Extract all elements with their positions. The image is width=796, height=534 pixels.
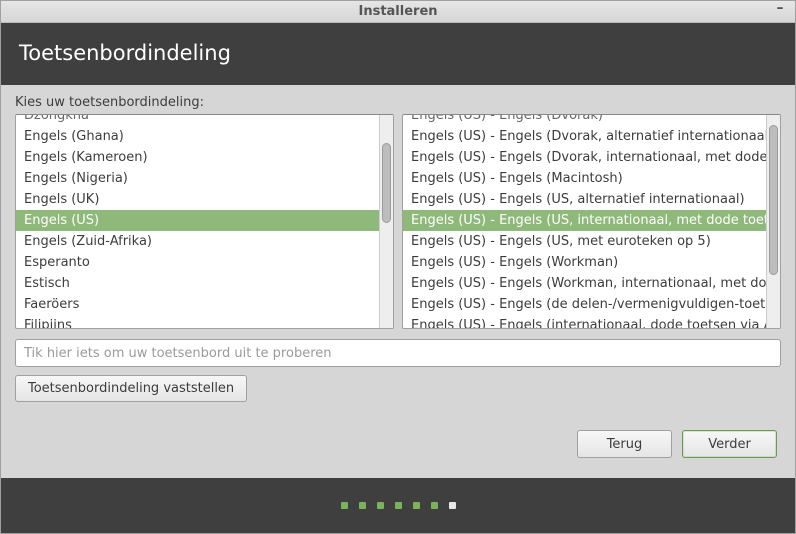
- page-title: Toetsenbordindeling: [19, 41, 231, 65]
- titlebar[interactable]: Installeren –: [1, 1, 795, 23]
- list-item[interactable]: Engels (US) - Engels (US, internationaal…: [403, 210, 766, 231]
- progress-dot: [395, 502, 402, 509]
- list-item[interactable]: Engels (US) - Engels (Workman): [403, 252, 766, 273]
- try-keyboard-input[interactable]: [15, 339, 781, 367]
- installer-window: Installeren – Toetsenbordindeling Kies u…: [0, 0, 796, 534]
- list-item[interactable]: Engels (US) - Engels (Dvorak, internatio…: [403, 147, 766, 168]
- list-item[interactable]: Engels (UK): [16, 189, 379, 210]
- forward-button[interactable]: Verder: [682, 430, 777, 458]
- nav-buttons: Terug Verder: [15, 430, 781, 458]
- list-item[interactable]: Engels (US) - Engels (internationaal, do…: [403, 315, 766, 328]
- layout-lists: DzongkhaEngels (Ghana)Engels (Kameroen)E…: [15, 114, 781, 329]
- scrollbar-thumb[interactable]: [769, 125, 778, 275]
- progress-dot: [359, 502, 366, 509]
- scrollbar-thumb[interactable]: [382, 143, 391, 223]
- variant-list-pane: Engels (US) - Engels (Dvorak)Engels (US)…: [402, 114, 781, 329]
- language-list[interactable]: DzongkhaEngels (Ghana)Engels (Kameroen)E…: [16, 115, 379, 328]
- list-item[interactable]: Engels (Zuid-Afrika): [16, 231, 379, 252]
- scrollbar-left[interactable]: [379, 115, 393, 328]
- detect-layout-button[interactable]: Toetsenbordindeling vaststellen: [15, 375, 247, 402]
- list-item[interactable]: Engels (US) - Engels (US, alternatief in…: [403, 189, 766, 210]
- list-item[interactable]: Engels (US) - Engels (Workman, internati…: [403, 273, 766, 294]
- window-title: Installeren: [358, 4, 437, 19]
- list-item[interactable]: Engels (Kameroen): [16, 147, 379, 168]
- list-item[interactable]: Dzongkha: [16, 115, 379, 126]
- variant-list[interactable]: Engels (US) - Engels (Dvorak)Engels (US)…: [403, 115, 766, 328]
- progress-dot: [413, 502, 420, 509]
- progress-dot: [431, 502, 438, 509]
- list-item[interactable]: Engels (US) - Engels (Macintosh): [403, 168, 766, 189]
- minimize-icon[interactable]: –: [773, 3, 787, 17]
- list-item[interactable]: Engels (US) - Engels (de delen-/vermenig…: [403, 294, 766, 315]
- list-item[interactable]: Esperanto: [16, 252, 379, 273]
- list-item[interactable]: Engels (US) - Engels (Dvorak, alternatie…: [403, 126, 766, 147]
- page-header: Toetsenbordindeling: [1, 23, 795, 85]
- list-item[interactable]: Faeröers: [16, 294, 379, 315]
- progress-dot: [449, 502, 456, 509]
- back-button[interactable]: Terug: [577, 430, 672, 458]
- list-item[interactable]: Engels (US) - Engels (Dvorak): [403, 115, 766, 126]
- progress-dot: [377, 502, 384, 509]
- content-area: Kies uw toetsenbordindeling: DzongkhaEng…: [1, 85, 795, 478]
- list-item[interactable]: Engels (Ghana): [16, 126, 379, 147]
- progress-dot: [341, 502, 348, 509]
- list-item[interactable]: Engels (US) - Engels (US, met euroteken …: [403, 231, 766, 252]
- progress-footer: [1, 478, 795, 533]
- list-item[interactable]: Engels (Nigeria): [16, 168, 379, 189]
- scrollbar-right[interactable]: [766, 115, 780, 328]
- list-item[interactable]: Engels (US): [16, 210, 379, 231]
- list-item[interactable]: Estisch: [16, 273, 379, 294]
- choose-layout-label: Kies uw toetsenbordindeling:: [15, 95, 781, 110]
- language-list-pane: DzongkhaEngels (Ghana)Engels (Kameroen)E…: [15, 114, 394, 329]
- list-item[interactable]: Filipijns: [16, 315, 379, 328]
